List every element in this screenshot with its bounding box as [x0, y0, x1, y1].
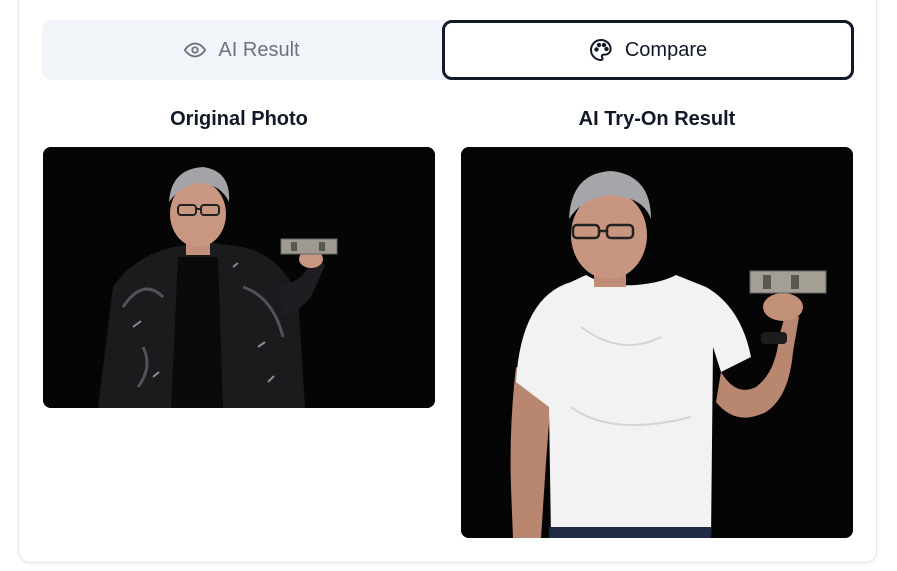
eye-icon: [184, 39, 207, 61]
palette-icon: [589, 38, 613, 62]
original-photo-title: Original Photo: [170, 108, 308, 130]
tab-ai-result[interactable]: AI Result: [42, 20, 442, 80]
ai-try-on-result-photo: [461, 147, 853, 538]
tab-compare-label: Compare: [624, 38, 708, 61]
view-tabs: AI Result Compare: [42, 20, 854, 80]
original-photo: [43, 147, 435, 408]
result-photo-title: AI Try-On Result: [578, 108, 736, 130]
tab-ai-result-label: AI Result: [218, 38, 300, 61]
tab-compare[interactable]: Compare: [442, 20, 854, 80]
